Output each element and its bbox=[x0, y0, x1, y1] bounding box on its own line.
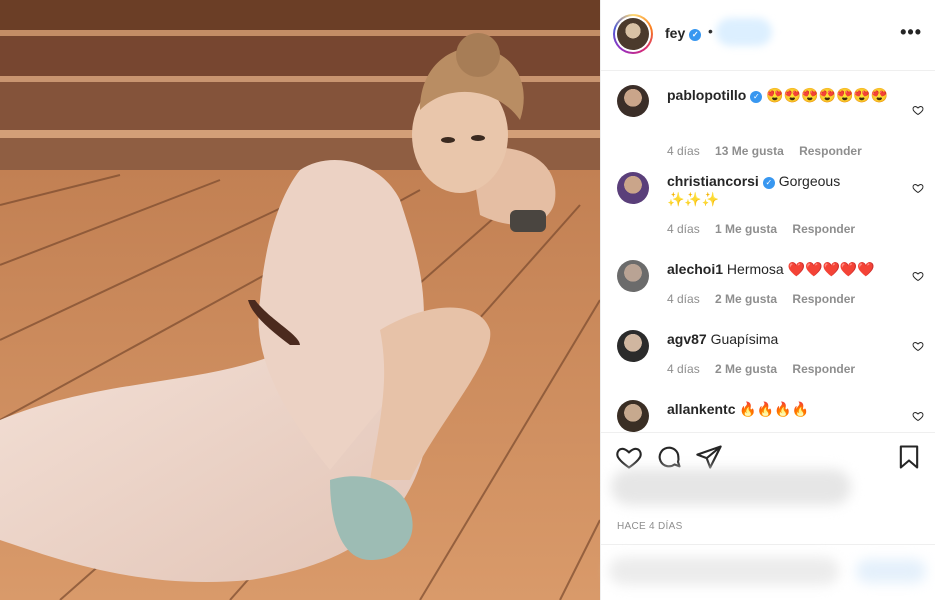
heart-icon[interactable] bbox=[912, 270, 924, 282]
comment-body: Guapísima bbox=[710, 331, 779, 347]
comment-likes[interactable]: 2 Me gusta bbox=[715, 292, 777, 306]
post-actions: HACE 4 DÍAS bbox=[601, 432, 935, 544]
comment-meta: 4 días 2 Me gusta Responder bbox=[667, 362, 867, 376]
heart-icon[interactable] bbox=[912, 410, 924, 422]
reply-button[interactable]: Responder bbox=[799, 144, 862, 158]
comment-age: 4 días bbox=[667, 292, 700, 306]
add-comment-input-blurred[interactable] bbox=[609, 557, 839, 585]
author-username[interactable]: fey ✓ bbox=[665, 25, 702, 41]
author-name[interactable]: fey bbox=[665, 25, 685, 41]
post-sidebar: fey ✓ • ••• pablopotillo ✓ 😍😍😍😍😍😍😍 4 días … bbox=[600, 0, 935, 600]
bookmark-icon[interactable] bbox=[895, 443, 923, 471]
verified-icon: ✓ bbox=[689, 29, 702, 41]
like-icon[interactable] bbox=[615, 443, 643, 471]
follow-button-blurred[interactable] bbox=[716, 18, 772, 46]
comment-likes[interactable]: 1 Me gusta bbox=[715, 222, 777, 236]
commenter-username[interactable]: allankentc bbox=[667, 401, 735, 417]
comment-age: 4 días bbox=[667, 362, 700, 376]
reply-button[interactable]: Responder bbox=[792, 222, 855, 236]
comment-text: pablopotillo ✓ 😍😍😍😍😍😍😍 bbox=[667, 86, 892, 104]
commenter-username[interactable]: agv87 bbox=[667, 331, 707, 347]
post-photo[interactable] bbox=[0, 0, 600, 600]
post-header: fey ✓ • ••• bbox=[601, 0, 935, 71]
comment-likes[interactable]: 13 Me gusta bbox=[715, 144, 784, 158]
likes-count-blurred[interactable] bbox=[611, 469, 851, 505]
commenter-username[interactable]: christiancorsi bbox=[667, 173, 759, 189]
comment-body: 😍😍😍😍😍😍😍 bbox=[766, 87, 889, 103]
author-avatar[interactable] bbox=[613, 14, 653, 54]
publish-button-blurred[interactable] bbox=[856, 559, 926, 583]
commenter-username[interactable]: alechoi1 bbox=[667, 261, 723, 277]
photo-illustration bbox=[0, 0, 600, 600]
comment-likes[interactable]: 2 Me gusta bbox=[715, 362, 777, 376]
comment-meta: 4 días 2 Me gusta Responder bbox=[667, 292, 867, 306]
heart-icon[interactable] bbox=[912, 182, 924, 194]
commenter-avatar[interactable] bbox=[617, 330, 649, 362]
verified-icon: ✓ bbox=[750, 91, 763, 103]
commenter-avatar[interactable] bbox=[617, 400, 649, 432]
reply-button[interactable]: Responder bbox=[792, 362, 855, 376]
commenter-avatar[interactable] bbox=[617, 172, 649, 204]
post-time: HACE 4 DÍAS bbox=[617, 521, 683, 532]
comment-text: agv87 Guapísima bbox=[667, 330, 892, 348]
comment-meta: 4 días 1 Me gusta Responder bbox=[667, 222, 867, 236]
comment-body: 🔥🔥🔥🔥 bbox=[739, 401, 810, 417]
comment-text: christiancorsi ✓ Gorgeous ✨✨✨ bbox=[667, 172, 892, 208]
comment-age: 4 días bbox=[667, 144, 700, 158]
comment-icon[interactable] bbox=[655, 443, 683, 471]
commenter-username[interactable]: pablopotillo bbox=[667, 87, 746, 103]
share-icon[interactable] bbox=[695, 443, 723, 471]
comment-body: Hermosa ❤️❤️❤️❤️❤️ bbox=[726, 261, 875, 277]
heart-icon[interactable] bbox=[912, 340, 924, 352]
comments-list[interactable]: pablopotillo ✓ 😍😍😍😍😍😍😍 4 días 13 Me gusta… bbox=[601, 72, 935, 432]
comment-meta: 4 días 13 Me gusta Responder bbox=[667, 144, 874, 158]
add-comment-bar bbox=[601, 544, 935, 600]
comment-text: allankentc 🔥🔥🔥🔥 bbox=[667, 400, 892, 418]
heart-icon[interactable] bbox=[912, 104, 924, 116]
commenter-avatar[interactable] bbox=[617, 260, 649, 292]
commenter-avatar[interactable] bbox=[617, 85, 649, 117]
more-options-icon[interactable]: ••• bbox=[900, 22, 922, 43]
separator-dot: • bbox=[708, 23, 713, 39]
verified-icon: ✓ bbox=[762, 177, 775, 189]
reply-button[interactable]: Responder bbox=[792, 292, 855, 306]
comment-age: 4 días bbox=[667, 222, 700, 236]
comment-text: alechoi1 Hermosa ❤️❤️❤️❤️❤️ bbox=[667, 260, 892, 278]
